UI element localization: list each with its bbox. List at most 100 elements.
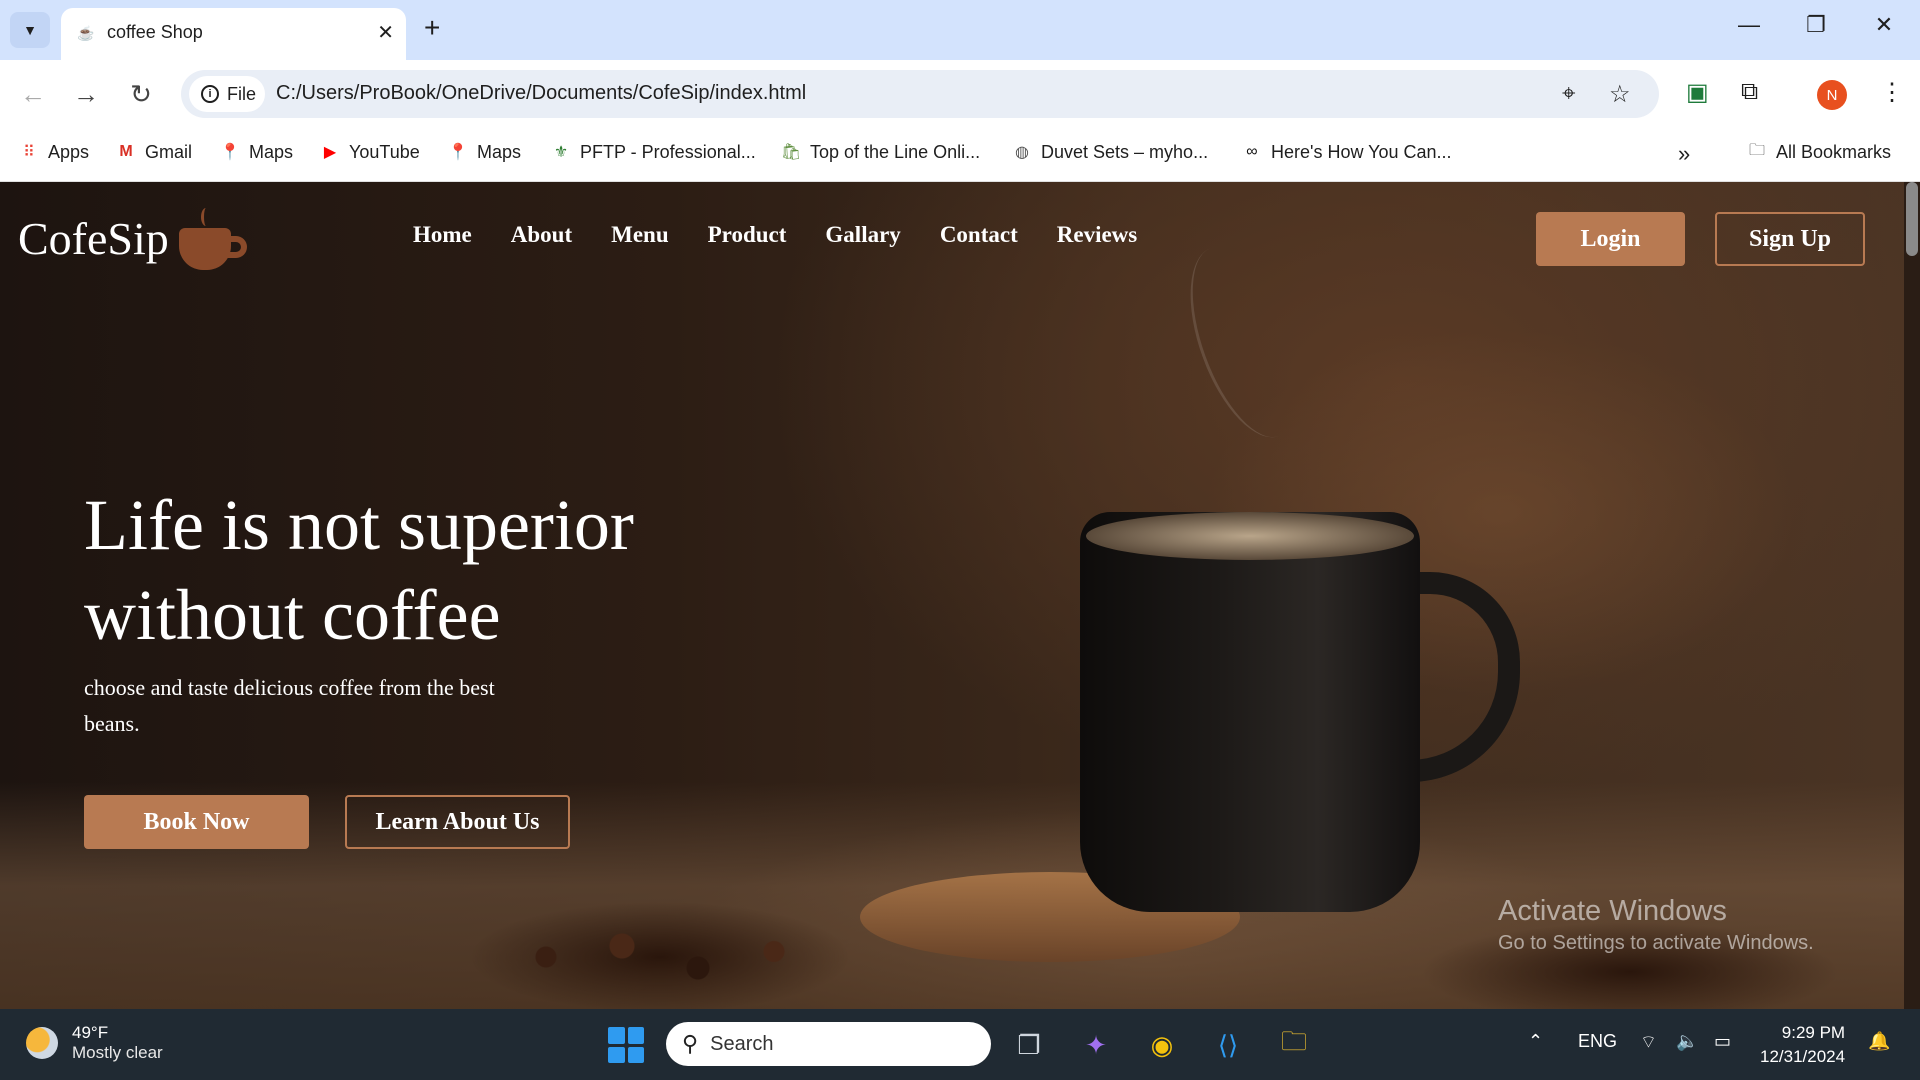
main-nav: Home About Menu Product Gallary Contact …: [413, 222, 1137, 248]
bookmark-label: PFTP - Professional...: [580, 141, 756, 162]
address-bar[interactable]: i File C:/Users/ProBook/OneDrive/Documen…: [181, 70, 1659, 118]
site-logo[interactable]: CofeSip: [18, 208, 249, 270]
weather-temperature: 49°F: [72, 1023, 109, 1042]
system-clock[interactable]: 9:29 PM 12/31/2024: [1760, 1021, 1845, 1069]
chrome-icon[interactable]: ◉: [1142, 1025, 1182, 1065]
maps-pin-icon: 📍: [220, 144, 240, 161]
new-tab-button[interactable]: +: [424, 12, 440, 44]
copilot-icon[interactable]: ✦: [1076, 1025, 1116, 1065]
book-now-button[interactable]: Book Now: [84, 795, 309, 849]
show-hidden-icons-chevron-icon[interactable]: ⌃: [1528, 1031, 1543, 1052]
steam-decoration: [1168, 232, 1322, 452]
scrollbar-thumb[interactable]: [1906, 182, 1918, 256]
folder-icon: 🗀: [1748, 141, 1765, 159]
clock-date: 12/31/2024: [1760, 1047, 1846, 1066]
url-text[interactable]: C:/Users/ProBook/OneDrive/Documents/Cofe…: [276, 82, 806, 105]
moon-weather-icon: [26, 1027, 58, 1059]
weather-condition: Mostly clear: [72, 1043, 163, 1062]
nav-product[interactable]: Product: [708, 222, 787, 248]
coffee-favicon-icon: ☕: [77, 24, 95, 41]
bookmark-youtube[interactable]: ▶ YouTube: [319, 141, 420, 163]
watermark-subtitle: Go to Settings to activate Windows.: [1498, 932, 1814, 954]
bookmark-maps[interactable]: 📍 Maps: [219, 141, 293, 163]
browser-toolbar: ← → ↻ i File C:/Users/ProBook/OneDrive/D…: [0, 60, 1920, 128]
maps-pin-icon: 📍: [448, 144, 468, 161]
vscode-icon[interactable]: ⟨⟩: [1208, 1025, 1248, 1065]
battery-icon[interactable]: ▭: [1714, 1031, 1731, 1052]
bookmark-heres-how[interactable]: ∞ Here's How You Can...: [1241, 141, 1451, 163]
nav-home[interactable]: Home: [413, 222, 472, 248]
bookmark-label: Maps: [477, 141, 522, 162]
notification-bell-icon[interactable]: 🔔: [1868, 1031, 1890, 1052]
volume-icon[interactable]: 🔈: [1676, 1031, 1698, 1052]
coffee-surface-image: [1086, 512, 1414, 560]
bookmark-maps-2[interactable]: 📍 Maps: [447, 141, 521, 163]
nav-gallary[interactable]: Gallary: [825, 222, 900, 248]
login-button[interactable]: Login: [1536, 212, 1685, 266]
logo-text: CofeSip: [18, 212, 169, 264]
more-bookmarks-chevron-icon[interactable]: »: [1678, 141, 1690, 167]
learn-about-us-button[interactable]: Learn About Us: [345, 795, 570, 849]
image-extension-icon[interactable]: ▣: [1686, 78, 1709, 107]
windows-taskbar: 49°F Mostly clear ⚲ Search ❐ ✦ ◉ ⟨⟩ 🗀 ⌃ …: [0, 1009, 1920, 1080]
link-icon: ∞: [1246, 143, 1258, 160]
page-viewport: CofeSip Home About Menu Product Gallary …: [0, 182, 1904, 1009]
watermark-title: Activate Windows: [1498, 895, 1727, 927]
reload-button[interactable]: ↻: [123, 76, 159, 112]
forward-button[interactable]: →: [68, 76, 104, 112]
activate-windows-watermark: Activate Windows Go to Settings to activ…: [1498, 895, 1814, 955]
back-button[interactable]: ←: [15, 76, 51, 112]
bookmark-label: Apps: [48, 141, 90, 162]
close-window-button[interactable]: ✕: [1864, 12, 1904, 38]
globe-icon: ◍: [1015, 144, 1029, 161]
taskbar-search[interactable]: ⚲ Search: [666, 1022, 991, 1066]
close-tab-icon[interactable]: ✕: [377, 20, 394, 45]
apps-grid-icon: ⠿: [23, 144, 35, 161]
weather-widget[interactable]: 49°F Mostly clear: [26, 1023, 163, 1063]
location-pin-icon[interactable]: ⌖: [1562, 80, 1576, 108]
all-bookmarks-folder[interactable]: 🗀 All Bookmarks: [1746, 141, 1891, 163]
site-info-chip[interactable]: i File: [189, 76, 265, 112]
bookmark-label: Duvet Sets – myho...: [1041, 141, 1209, 162]
page-scrollbar[interactable]: [1904, 182, 1920, 1009]
minimize-button[interactable]: —: [1729, 12, 1769, 38]
profile-avatar[interactable]: N: [1817, 80, 1847, 110]
nav-contact[interactable]: Contact: [940, 222, 1018, 248]
nav-menu[interactable]: Menu: [611, 222, 669, 248]
youtube-icon: ▶: [323, 144, 337, 161]
nav-reviews[interactable]: Reviews: [1057, 222, 1137, 248]
bookmark-label: Gmail: [145, 141, 193, 162]
more-menu-icon[interactable]: ⋮: [1880, 78, 1904, 107]
bookmark-apps[interactable]: ⠿ Apps: [18, 141, 89, 163]
site-chip-label: File: [227, 83, 257, 104]
task-view-icon[interactable]: ❐: [1009, 1025, 1049, 1065]
tab-title: coffee Shop: [107, 22, 203, 42]
gmail-icon: M: [119, 143, 133, 160]
bookmark-star-icon[interactable]: ☆: [1609, 80, 1631, 109]
bookmark-gmail[interactable]: M Gmail: [115, 141, 192, 163]
language-indicator[interactable]: ENG: [1578, 1031, 1617, 1052]
shopify-icon: 🛍: [780, 144, 802, 161]
extensions-puzzle-icon[interactable]: ⧉: [1741, 78, 1758, 106]
bookmark-label: Top of the Line Onli...: [810, 141, 981, 162]
pftp-icon: ⚜: [553, 144, 569, 161]
bookmarks-bar: ⠿ Apps M Gmail 📍 Maps ▶ YouTube 📍 Maps ⚜ PFTP …: [0, 128, 1920, 182]
chevron-down-icon: ▼: [23, 22, 37, 38]
active-tab[interactable]: ☕ coffee Shop ✕: [61, 8, 406, 60]
bookmark-label: YouTube: [349, 141, 420, 162]
file-explorer-icon[interactable]: 🗀: [1274, 1025, 1314, 1065]
bookmark-top-of-line[interactable]: 🛍 Top of the Line Onli...: [780, 141, 980, 163]
windows-start-icon[interactable]: [608, 1027, 644, 1063]
coffee-beans-image: [470, 902, 850, 1009]
bookmark-pftp[interactable]: ⚜ PFTP - Professional...: [550, 141, 756, 163]
wifi-icon[interactable]: ⌔: [1640, 1031, 1657, 1054]
nav-about[interactable]: About: [511, 222, 572, 248]
signup-button[interactable]: Sign Up: [1715, 212, 1865, 266]
tab-search-button[interactable]: ▼: [10, 12, 50, 48]
restore-button[interactable]: ❐: [1796, 12, 1836, 38]
browser-tab-bar: ▼ ☕ coffee Shop ✕ + — ❐ ✕: [0, 0, 1920, 60]
bookmark-duvet-sets[interactable]: ◍ Duvet Sets – myho...: [1011, 141, 1208, 163]
all-bookmarks-label: All Bookmarks: [1776, 141, 1892, 162]
info-icon: i: [201, 85, 219, 103]
bookmark-label: Maps: [249, 141, 294, 162]
